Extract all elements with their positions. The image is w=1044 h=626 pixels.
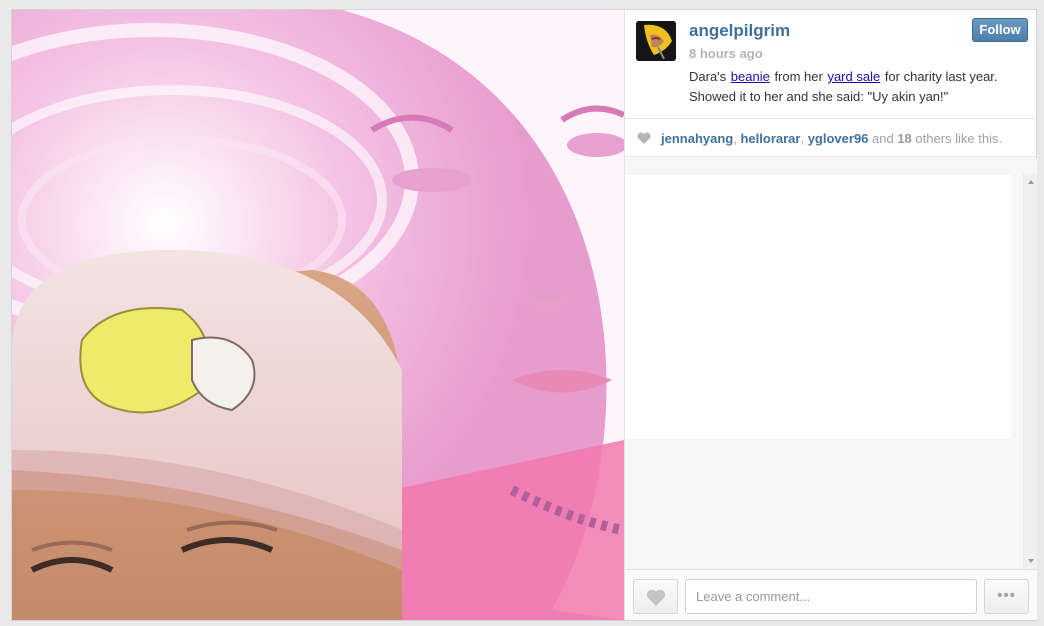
- caption-link-yard-sale[interactable]: yard sale: [826, 69, 881, 84]
- likes-text: others like this.: [911, 131, 1003, 146]
- comments-area: [625, 158, 1037, 569]
- scroll-up-icon[interactable]: [1028, 180, 1034, 184]
- comments-list: [625, 175, 1011, 439]
- photo-illustration: [12, 10, 624, 620]
- comment-footer: •••: [625, 569, 1037, 620]
- post-photo[interactable]: [12, 10, 624, 620]
- avatar-image: [636, 21, 676, 61]
- liker-link[interactable]: hellorarar: [740, 131, 800, 146]
- comments-scrollbar[interactable]: [1023, 174, 1037, 569]
- post-modal: angelpilgrim 8 hours ago Follow Dara's b…: [11, 9, 1037, 621]
- scroll-down-icon[interactable]: [1028, 559, 1034, 563]
- ellipsis-icon: •••: [997, 587, 1016, 604]
- caption-text: Dara's: [689, 69, 730, 84]
- likes-separator: ,: [800, 131, 808, 146]
- comment-input[interactable]: [685, 579, 977, 614]
- likes-bar: jennahyang, hellorarar, yglover96 and 18…: [625, 120, 1037, 157]
- like-button[interactable]: [633, 579, 678, 614]
- more-options-button[interactable]: •••: [984, 579, 1029, 614]
- post-timestamp: 8 hours ago: [689, 46, 763, 61]
- liker-link[interactable]: yglover96: [808, 131, 869, 146]
- heart-icon: [646, 589, 666, 606]
- follow-button[interactable]: Follow: [972, 18, 1028, 42]
- caption-link-beanie[interactable]: beanie: [730, 69, 771, 84]
- likes-count[interactable]: 18: [897, 131, 911, 146]
- heart-icon: [637, 132, 651, 144]
- post-header: angelpilgrim 8 hours ago Follow Dara's b…: [625, 10, 1037, 119]
- avatar[interactable]: [636, 21, 676, 61]
- likes-text: and: [868, 131, 898, 146]
- post-caption: Dara's beanie from her yard sale for cha…: [689, 67, 1029, 107]
- username-link[interactable]: angelpilgrim: [689, 21, 790, 41]
- post-details-panel: angelpilgrim 8 hours ago Follow Dara's b…: [624, 10, 1037, 620]
- caption-text: from her: [770, 69, 827, 84]
- liker-link[interactable]: jennahyang: [661, 131, 733, 146]
